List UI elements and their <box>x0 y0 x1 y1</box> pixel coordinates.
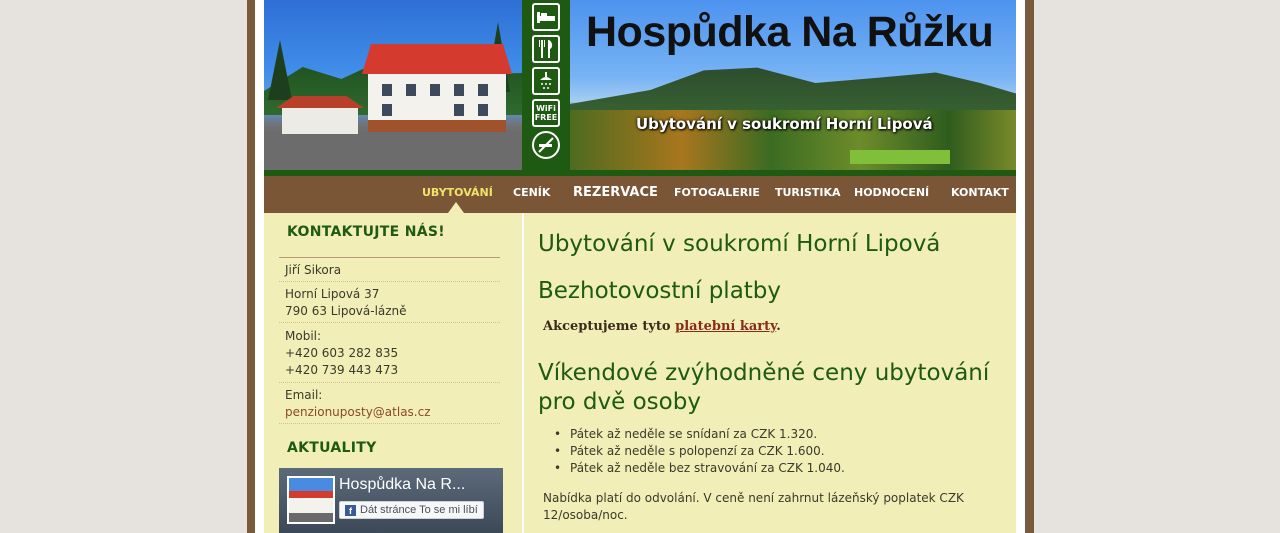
cutlery-icon <box>532 35 560 63</box>
news-heading: AKTUALITY <box>287 440 377 456</box>
mountain-photo: Hospůdka Na Růžku Ubytování v soukromí H… <box>570 0 1016 170</box>
bed-icon <box>532 3 560 31</box>
no-smoking-icon <box>532 131 560 159</box>
amenities-bar: WiFi FREE <box>522 0 570 170</box>
tree <box>268 40 292 100</box>
nav-hodnoceni[interactable]: HODNOCENÍ <box>854 176 929 213</box>
house <box>362 44 512 132</box>
phone-1: +420 603 282 835 <box>285 346 399 360</box>
facebook-page-thumbnail[interactable] <box>287 476 335 524</box>
wifi-free-icon: WiFi FREE <box>532 99 560 127</box>
house-photo <box>264 0 522 170</box>
facebook-icon: f <box>345 504 356 516</box>
nav-turistika[interactable]: TURISTIKA <box>775 176 841 213</box>
payment-cards-link[interactable]: platební karty <box>675 319 776 334</box>
page-title: Ubytování v soukromí Horní Lipová <box>538 231 941 257</box>
price-list: Pátek až neděle se snídaní za CZK 1.320.… <box>554 426 845 477</box>
side-building <box>276 96 364 134</box>
site-container: WiFi FREE Hospůdka Na Růžku Ubytování v … <box>264 0 1016 533</box>
nav-fotogalerie[interactable]: FOTOGALERIE <box>674 176 760 213</box>
site-title: Hospůdka Na Růžku <box>586 8 994 56</box>
facebook-page-name[interactable]: Hospůdka Na R... <box>339 476 465 494</box>
address-line-2: 790 63 Lipová-lázně <box>285 304 407 318</box>
shower-icon <box>532 67 560 95</box>
email-link[interactable]: penzionuposty@atlas.cz <box>285 404 431 421</box>
main-nav: UBYTOVÁNÍ CENÍK REZERVACE FOTOGALERIE TU… <box>264 176 1016 213</box>
list-item: Pátek až neděle se snídaní za CZK 1.320. <box>554 426 845 443</box>
contact-name: Jiří Sikora <box>285 263 342 277</box>
contact-heading: KONTAKTUJTE NÁS! <box>287 224 445 240</box>
road <box>264 130 522 170</box>
mobile-label: Mobil: <box>285 329 322 343</box>
list-item: Pátek až neděle s polopenzí za CZK 1.600… <box>554 443 845 460</box>
phone-2: +420 739 443 473 <box>285 363 399 377</box>
nav-cenik[interactable]: CENÍK <box>513 176 550 213</box>
nav-kontakt[interactable]: KONTAKT <box>951 176 1009 213</box>
email-label: Email: <box>285 388 323 402</box>
list-item: Pátek až neděle bez stravování za CZK 1.… <box>554 460 845 477</box>
sidebar: KONTAKTUJTE NÁS! Jiří Sikora Horní Lipov… <box>264 213 522 533</box>
facebook-like-button[interactable]: f Dát stránce To se mi líbí <box>339 501 484 519</box>
section-payments-title: Bezhotovostní platby <box>538 278 782 304</box>
header-banner: WiFi FREE Hospůdka Na Růžku Ubytování v … <box>264 0 1016 176</box>
payment-cards-text: Akceptujeme tyto platební karty. <box>543 319 781 334</box>
section-prices-title: Víkendové zvýhodněné ceny ubytování pro … <box>538 360 990 415</box>
address-line-1: Horní Lipová 37 <box>285 287 380 301</box>
divider <box>279 257 500 258</box>
active-nav-pointer <box>448 202 464 213</box>
offer-note: Nabídka platí do odvolání. V ceně není z… <box>543 491 964 522</box>
site-subtitle: Ubytování v soukromí Horní Lipová <box>636 115 933 133</box>
nav-rezervace[interactable]: REZERVACE <box>573 176 658 213</box>
main-content: Ubytování v soukromí Horní Lipová Bezhot… <box>524 213 1016 533</box>
facebook-widget: Hospůdka Na R... f Dát stránce To se mi … <box>279 468 503 533</box>
